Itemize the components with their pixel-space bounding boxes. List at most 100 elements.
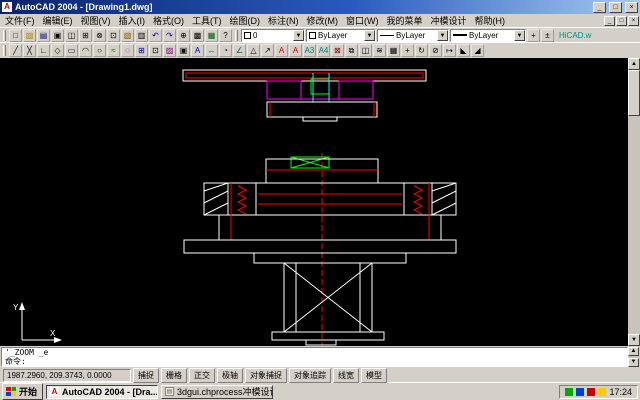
text-style-icon[interactable]: A xyxy=(275,44,288,57)
undo-icon[interactable]: ↶ xyxy=(149,29,162,42)
designcenter-icon[interactable]: ▦ xyxy=(205,29,218,42)
array-icon[interactable]: ▦ xyxy=(387,44,400,57)
lineweight-combo[interactable]: ByLayer ▼ xyxy=(450,29,526,42)
toggle-model[interactable]: 模型 xyxy=(361,368,387,383)
tray-volume-icon[interactable] xyxy=(587,388,595,396)
linetype-combo[interactable]: ByLayer ▼ xyxy=(377,29,449,42)
help-icon[interactable]: ? xyxy=(219,29,232,42)
fillet-icon[interactable]: ◢ xyxy=(471,44,484,57)
pan-realtime-icon[interactable]: + xyxy=(527,29,540,42)
spline-icon[interactable]: ≈ xyxy=(107,44,120,57)
toggle-grid[interactable]: 栅格 xyxy=(161,368,187,383)
offset-icon[interactable]: ≋ xyxy=(373,44,386,57)
quick-dim-icon[interactable]: △ xyxy=(247,44,260,57)
menu-draw[interactable]: 绘图(D) xyxy=(226,14,265,27)
polyline-icon[interactable]: ∟ xyxy=(37,44,50,57)
leader-icon[interactable]: ↗ xyxy=(261,44,274,57)
scrollbar-track[interactable] xyxy=(628,116,640,334)
open-icon[interactable]: ▨ xyxy=(23,29,36,42)
taskbar-task-die-design[interactable]: ▤ 3dgui.chprocess冲模设计 xyxy=(161,385,273,399)
single-text-icon[interactable]: A xyxy=(289,44,302,57)
paste-icon[interactable]: ▧ xyxy=(121,29,134,42)
menu-modify[interactable]: 修改(M) xyxy=(303,14,343,27)
dim-angular-icon[interactable]: ∠ xyxy=(233,44,246,57)
start-button[interactable]: 开始 xyxy=(2,383,43,400)
doc-restore-button[interactable]: □ xyxy=(616,16,627,26)
plot-preview-icon[interactable]: ◫ xyxy=(65,29,78,42)
chevron-down-icon[interactable]: ▼ xyxy=(514,30,525,41)
copy-object-icon[interactable]: ⧉ xyxy=(345,44,358,57)
dim-linear-icon[interactable]: ↔ xyxy=(205,44,218,57)
toggle-snap[interactable]: 捕捉 xyxy=(133,368,159,383)
chevron-down-icon[interactable]: ▼ xyxy=(364,30,375,41)
tray-network-icon[interactable] xyxy=(576,388,584,396)
color-combo[interactable]: ByLayer ▼ xyxy=(306,29,376,42)
redo-icon[interactable]: ↷ xyxy=(163,29,176,42)
construction-line-icon[interactable]: ╳ xyxy=(23,44,36,57)
doc-close-button[interactable]: × xyxy=(628,16,639,26)
doc-minimize-button[interactable]: _ xyxy=(604,16,615,26)
maximize-button[interactable]: □ xyxy=(609,2,622,13)
ellipse-icon[interactable]: ◌ xyxy=(121,44,134,57)
scroll-down-icon[interactable]: ▼ xyxy=(628,334,640,346)
save-icon[interactable]: ▤ xyxy=(37,29,50,42)
menu-help[interactable]: 帮助(H) xyxy=(471,14,510,27)
erase-icon[interactable]: ⊠ xyxy=(331,44,344,57)
layer-combo[interactable]: 0 ▼ xyxy=(241,29,305,42)
menu-view[interactable]: 视图(V) xyxy=(77,14,115,27)
menu-insert[interactable]: 插入(I) xyxy=(115,14,150,27)
dim-radius-icon[interactable]: ◔ xyxy=(219,44,232,57)
command-scrollbar[interactable]: ▲ ▼ xyxy=(628,347,639,367)
menu-window[interactable]: 窗口(W) xyxy=(342,14,383,27)
chevron-down-icon[interactable]: ▼ xyxy=(437,30,448,41)
match-properties-icon[interactable]: ▥ xyxy=(135,29,148,42)
taskbar-task-autocad[interactable]: A AutoCAD 2004 - [Dra... xyxy=(46,385,158,399)
menu-format[interactable]: 格式(O) xyxy=(149,14,188,27)
hatch-icon[interactable]: ▨ xyxy=(163,44,176,57)
insert-block-icon[interactable]: ⊞ xyxy=(135,44,148,57)
menu-die-design[interactable]: 冲模设计 xyxy=(427,14,471,27)
scroll-down-icon[interactable]: ▼ xyxy=(628,358,639,367)
circle-icon[interactable]: ○ xyxy=(93,44,106,57)
insert-hyperlink-icon[interactable]: ⊕ xyxy=(177,29,190,42)
toggle-otrack[interactable]: 对象追踪 xyxy=(289,368,331,383)
plot-icon[interactable]: ▣ xyxy=(51,29,64,42)
move-icon[interactable]: + xyxy=(401,44,414,57)
drawing-canvas[interactable]: Y X xyxy=(0,58,628,346)
paper-a4-icon[interactable]: A4 xyxy=(317,44,330,57)
polygon-icon[interactable]: ◇ xyxy=(51,44,64,57)
cut-icon[interactable]: ⊗ xyxy=(93,29,106,42)
mtext-icon[interactable]: A xyxy=(191,44,204,57)
mirror-icon[interactable]: ◫ xyxy=(359,44,372,57)
extend-icon[interactable]: ↦ xyxy=(443,44,456,57)
rectangle-icon[interactable]: ▭ xyxy=(65,44,78,57)
zoom-realtime-icon[interactable]: ± xyxy=(541,29,554,42)
paper-a3-icon[interactable]: A3 xyxy=(303,44,316,57)
menu-file[interactable]: 文件(F) xyxy=(1,14,39,27)
scroll-up-icon[interactable]: ▲ xyxy=(628,347,639,356)
toolbar-grip[interactable] xyxy=(235,30,238,41)
scroll-up-icon[interactable]: ▲ xyxy=(628,58,640,70)
toggle-lwt[interactable]: 线宽 xyxy=(333,368,359,383)
copy-icon[interactable]: ⊡ xyxy=(107,29,120,42)
toolbar-grip[interactable] xyxy=(3,30,6,41)
rotate-icon[interactable]: ↻ xyxy=(415,44,428,57)
publish-icon[interactable]: ⊞ xyxy=(79,29,92,42)
tray-antivirus-icon[interactable] xyxy=(565,388,573,396)
close-button[interactable]: × xyxy=(625,2,638,13)
trim-icon[interactable]: ⊘ xyxy=(429,44,442,57)
toggle-ortho[interactable]: 正交 xyxy=(189,368,215,383)
toolbar-grip[interactable] xyxy=(3,45,6,56)
toggle-polar[interactable]: 极轴 xyxy=(217,368,243,383)
toggle-osnap[interactable]: 对象捕捉 xyxy=(245,368,287,383)
region-icon[interactable]: ▣ xyxy=(177,44,190,57)
command-text-area[interactable]: '_ZOOM _e 命令: xyxy=(1,347,628,367)
properties-icon[interactable]: ▩ xyxy=(191,29,204,42)
scrollbar-thumb[interactable] xyxy=(628,70,640,116)
menu-my-menu[interactable]: 我的菜单 xyxy=(383,14,427,27)
arc-icon[interactable]: ◠ xyxy=(79,44,92,57)
menu-tools[interactable]: 工具(T) xyxy=(188,14,226,27)
vertical-scrollbar[interactable]: ▲ ▼ xyxy=(628,58,640,346)
chevron-down-icon[interactable]: ▼ xyxy=(293,30,304,41)
menu-dimension[interactable]: 标注(N) xyxy=(264,14,303,27)
